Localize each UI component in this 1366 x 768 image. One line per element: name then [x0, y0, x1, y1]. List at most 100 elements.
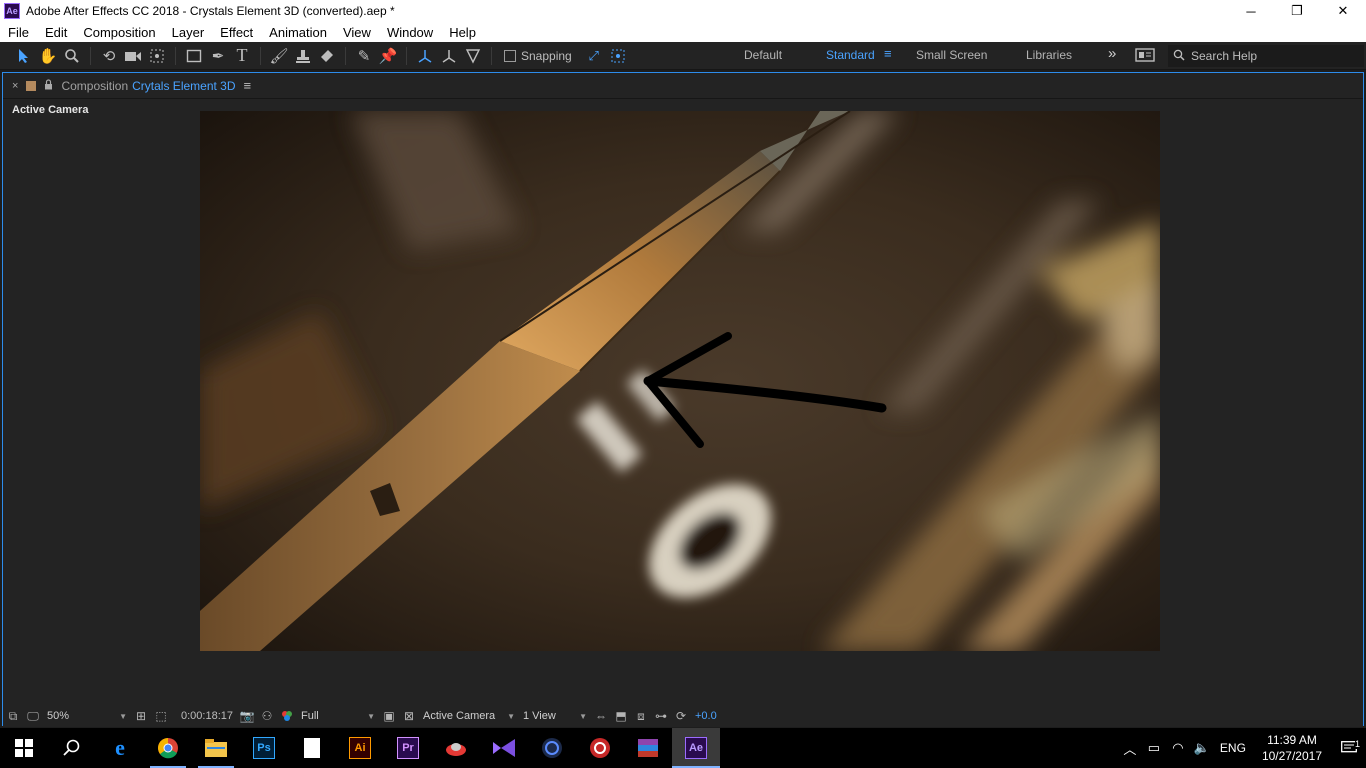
menu-help[interactable]: Help — [441, 25, 484, 40]
clone-stamp-tool-icon[interactable] — [291, 44, 315, 68]
wifi-icon[interactable]: ◠ — [1166, 740, 1190, 756]
menu-view[interactable]: View — [335, 25, 379, 40]
composition-name[interactable]: Crytals Element 3D — [132, 79, 235, 93]
type-tool-icon[interactable]: T — [230, 44, 254, 68]
region-of-interest-icon[interactable]: ▣ — [379, 707, 399, 725]
snapshot-camera-icon[interactable]: 📷 — [237, 707, 257, 725]
lock-icon[interactable] — [44, 78, 53, 93]
view-layout-dropdown[interactable]: 1 View ▼ — [519, 707, 591, 725]
windows-start-icon[interactable] — [0, 728, 48, 768]
workspace-panel-icon[interactable] — [1135, 47, 1155, 66]
monitor-icon[interactable]: 🖵 — [23, 707, 43, 725]
pan-behind-tool-icon[interactable] — [145, 44, 169, 68]
timeline-icon[interactable]: ⧈ — [631, 707, 651, 725]
snapping-label: Snapping — [521, 48, 572, 63]
world-axis-mode-icon[interactable] — [437, 44, 461, 68]
transparency-grid-icon[interactable]: ⊠ — [399, 707, 419, 725]
close-button[interactable]: ✕ — [1320, 0, 1366, 22]
composition-viewer[interactable] — [200, 111, 1160, 651]
menu-animation[interactable]: Animation — [261, 25, 335, 40]
red-app-taskbar-icon[interactable] — [432, 728, 480, 768]
toolbar-divider — [345, 46, 346, 65]
snap-edges-icon[interactable]: ⤢ — [582, 44, 606, 68]
camera-view-value: Active Camera — [423, 710, 496, 722]
search-help-field[interactable]: Search Help — [1168, 45, 1364, 67]
maximize-button[interactable]: ❐ — [1274, 0, 1320, 22]
cinema4d-taskbar-icon[interactable] — [528, 728, 576, 768]
roto-brush-tool-icon[interactable]: ✎ — [352, 44, 376, 68]
menu-effect[interactable]: Effect — [212, 25, 261, 40]
magnification-dropdown[interactable]: 50% ▼ — [43, 707, 131, 725]
color-channel-icon[interactable] — [277, 707, 297, 725]
toolbar-divider — [260, 46, 261, 65]
chevron-down-icon: ▼ — [119, 711, 127, 721]
camera-tool-icon[interactable] — [121, 44, 145, 68]
illustrator-taskbar-icon[interactable]: Ai — [336, 728, 384, 768]
hand-tool-icon[interactable]: ✋ — [36, 44, 60, 68]
volume-icon[interactable]: 🔈 — [1190, 740, 1214, 756]
toolbar-divider — [491, 46, 492, 65]
toggle-pixel-aspect-icon[interactable]: ⇔ — [591, 707, 611, 725]
menu-layer[interactable]: Layer — [164, 25, 213, 40]
search-icon[interactable] — [48, 728, 96, 768]
photoshop-taskbar-icon[interactable]: Ps — [240, 728, 288, 768]
zoom-tool-icon[interactable] — [60, 44, 84, 68]
workspace-standard[interactable]: Standard — [826, 48, 875, 62]
view-axis-mode-icon[interactable] — [461, 44, 485, 68]
language-indicator[interactable]: ENG — [1220, 741, 1246, 755]
file-explorer-taskbar-icon[interactable] — [192, 728, 240, 768]
composition-tab[interactable]: × Composition Crytals Element 3D ≡ — [3, 73, 1363, 99]
always-preview-icon[interactable]: ⧉ — [3, 707, 23, 725]
workspace-default[interactable]: Default — [744, 48, 782, 62]
rotate-tool-icon[interactable]: ⟲ — [97, 44, 121, 68]
panel-menu-icon[interactable]: ≡ — [244, 78, 252, 93]
more-workspaces-icon[interactable]: » — [1108, 45, 1116, 62]
search-icon — [1173, 49, 1185, 64]
premiere-taskbar-icon[interactable]: Pr — [384, 728, 432, 768]
notepad-taskbar-icon[interactable] — [288, 728, 336, 768]
fast-previews-icon[interactable]: ⬒ — [611, 707, 631, 725]
notifications-icon[interactable]: 1 — [1332, 739, 1366, 755]
target-app-taskbar-icon[interactable] — [576, 728, 624, 768]
title-bar: Ae Adobe After Effects CC 2018 - Crystal… — [0, 0, 1366, 22]
after-effects-taskbar-icon[interactable]: Ae — [672, 728, 720, 768]
clock-time: 11:39 AM — [1267, 733, 1317, 747]
rectangle-tool-icon[interactable] — [182, 44, 206, 68]
battery-icon[interactable]: ▭ — [1142, 740, 1166, 756]
flowchart-icon[interactable]: ⊶ — [651, 707, 671, 725]
close-tab-icon[interactable]: × — [12, 80, 18, 92]
clock[interactable]: 11:39 AM 10/27/2017 — [1262, 732, 1322, 764]
workspace-small-screen[interactable]: Small Screen — [916, 48, 987, 62]
pen-tool-icon[interactable]: ✒ — [206, 44, 230, 68]
menu-file[interactable]: File — [0, 25, 37, 40]
selection-tool-icon[interactable] — [12, 44, 36, 68]
chrome-taskbar-icon[interactable] — [144, 728, 192, 768]
show-snapshot-icon[interactable]: ⚇ — [257, 707, 277, 725]
puppet-pin-tool-icon[interactable]: 📌 — [376, 44, 400, 68]
menu-window[interactable]: Window — [379, 25, 441, 40]
menu-composition[interactable]: Composition — [75, 25, 163, 40]
workspace-menu-icon[interactable]: ≡ — [884, 46, 892, 61]
mask-visibility-icon[interactable]: ⬚ — [151, 707, 171, 725]
snapping-checkbox[interactable] — [504, 49, 516, 62]
exposure-value[interactable]: +0.0 — [691, 710, 721, 722]
minimize-button[interactable]: ─ — [1228, 0, 1274, 22]
winrar-taskbar-icon[interactable] — [624, 728, 672, 768]
chevron-up-icon[interactable]: ︿ — [1118, 739, 1142, 758]
resolution-dropdown[interactable]: Full ▼ — [297, 707, 379, 725]
brush-tool-icon[interactable]: 🖌 — [267, 44, 291, 68]
windows-taskbar: e Ps Ai Pr Ae ︿ ▭ ◠ 🔈 ENG 11:39 AM 10/27… — [0, 728, 1366, 768]
label-color-swatch[interactable] — [26, 80, 37, 91]
grid-guides-icon[interactable]: ⊞ — [131, 707, 151, 725]
camera-view-dropdown[interactable]: Active Camera ▼ — [419, 707, 519, 725]
visual-studio-taskbar-icon[interactable] — [480, 728, 528, 768]
edge-taskbar-icon[interactable]: e — [96, 728, 144, 768]
local-axis-mode-icon[interactable] — [413, 44, 437, 68]
snap-features-icon[interactable] — [606, 44, 630, 68]
reset-exposure-icon[interactable]: ⟳ — [671, 707, 691, 725]
current-time[interactable]: 0:00:18:17 — [177, 710, 237, 722]
chevron-down-icon: ▼ — [579, 711, 587, 721]
menu-edit[interactable]: Edit — [37, 25, 75, 40]
eraser-tool-icon[interactable] — [315, 44, 339, 68]
workspace-libraries[interactable]: Libraries — [1026, 48, 1072, 62]
